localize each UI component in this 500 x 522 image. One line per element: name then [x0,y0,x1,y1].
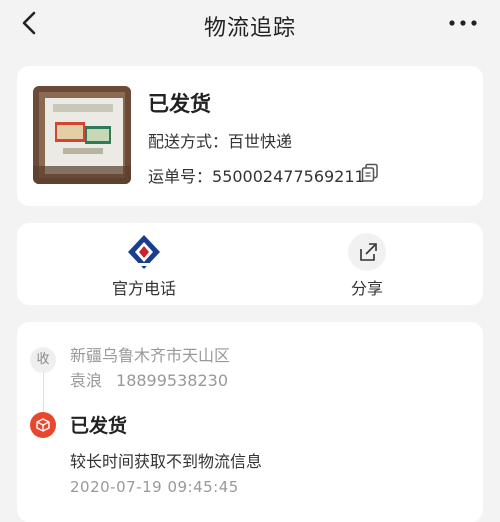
parcel-card: 已发货 配送方式：百世快递 运单号：550002477569211 [17,66,483,206]
shipping-method-label: 配送方式： [148,132,229,151]
waybill: 运单号：550002477569211 [148,163,365,187]
official-phone-label: 官方电话 [111,279,176,298]
page-title: 物流追踪 [203,16,296,41]
tracking-description: 较长时间获取不到物流信息 [70,452,263,471]
parcel-status: 已发货 [148,92,211,116]
receiver-contact: 袁浪 18899538230 [70,367,228,391]
official-phone-button[interactable]: 官方电话 [64,223,224,305]
receiver-phone: 18899538230 [116,371,228,390]
shipping-method: 配送方式：百世快递 [148,128,292,152]
top-bar: 物流追踪 [0,0,500,50]
receiver-badge: 收 [30,347,56,373]
shipped-status-icon [30,412,56,438]
tracking-card: 收 新疆乌鲁木齐市天山区 袁浪 18899538230 已发货 较长时间获取不到物… [17,322,483,522]
share-icon [348,233,386,271]
product-thumbnail[interactable] [33,86,131,184]
courier-logo-icon [128,235,160,269]
share-button[interactable]: 分享 [287,223,447,305]
share-label: 分享 [350,279,383,298]
shipping-method-value: 百世快递 [228,132,293,151]
waybill-number: 550002477569211 [212,167,365,186]
tracking-status: 已发货 [70,415,128,437]
copy-icon[interactable] [361,163,379,183]
receiver-address: 新疆乌鲁木齐市天山区 [70,346,231,365]
receiver-name: 袁浪 [70,371,103,390]
actions-card: 官方电话 分享 [17,223,483,305]
waybill-label: 运单号： [148,167,213,186]
more-options-icon[interactable] [448,18,478,28]
tracking-timestamp: 2020-07-19 09:45:45 [70,478,239,496]
